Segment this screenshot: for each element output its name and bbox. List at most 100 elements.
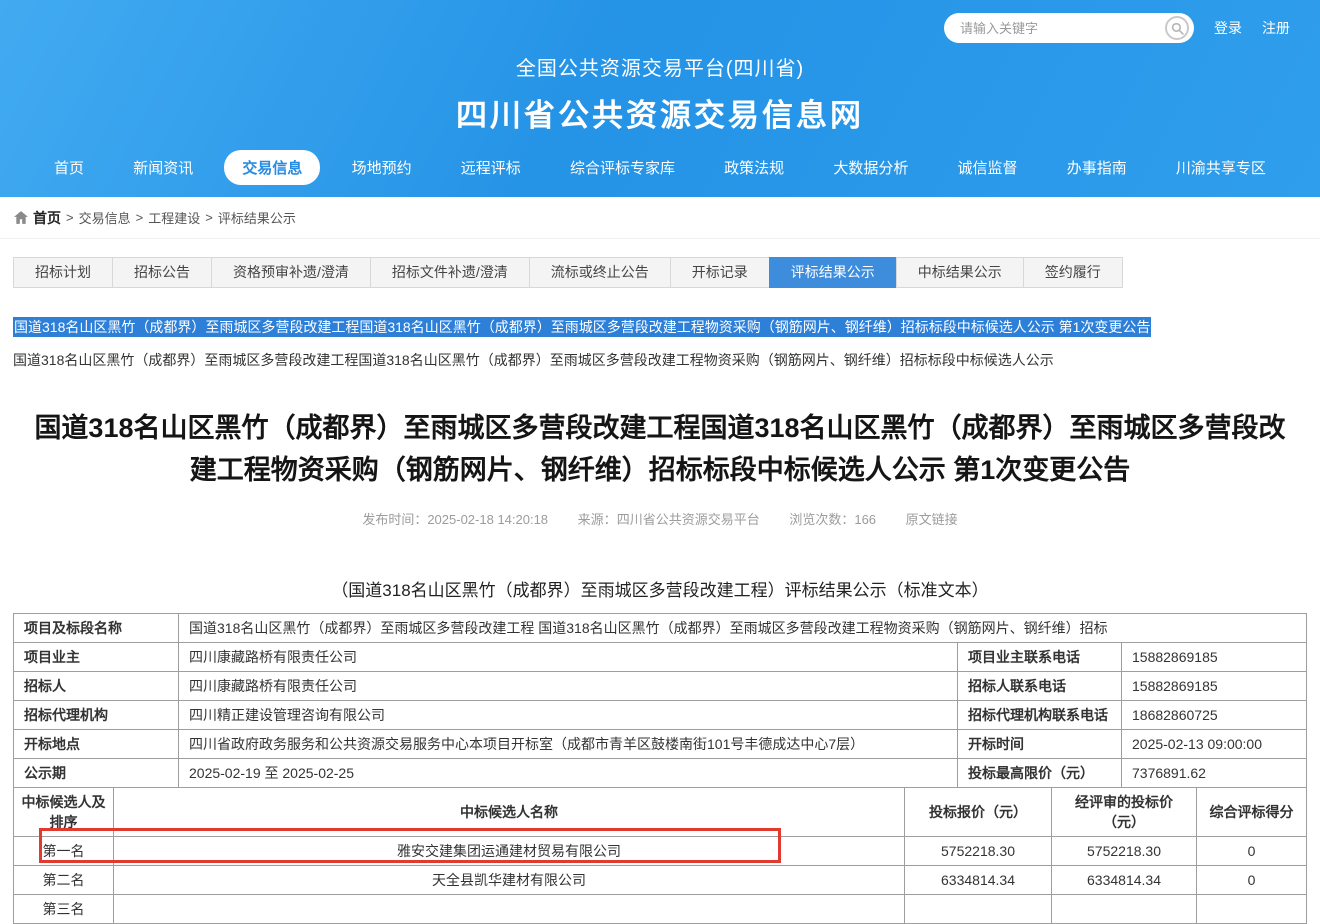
tab-bidding-plan[interactable]: 招标计划 — [13, 257, 113, 288]
info-label: 投标最高限价（元） — [958, 758, 1122, 787]
header-top-row: 登录 注册 — [0, 10, 1320, 44]
nav-item-home[interactable]: 首页 — [36, 150, 102, 185]
info-value: 四川省政府政务服务和公共资源交易服务中心本项目开标室（成都市青羊区鼓楼南街101… — [179, 729, 958, 758]
info-label: 招标人 — [14, 671, 179, 700]
candidates-header-row: 中标候选人及排序 中标候选人名称 投标报价（元） 经评审的投标价（元） 综合评标… — [14, 787, 1307, 836]
main-content: 国道318名山区黑竹（成都界）至雨城区多营段改建工程国道318名山区黑竹（成都界… — [0, 316, 1320, 924]
candidate-rank: 第二名 — [14, 865, 114, 894]
column-header-name: 中标候选人名称 — [114, 787, 905, 836]
login-link[interactable]: 登录 — [1214, 18, 1242, 38]
publish-time: 发布时间：2025-02-18 14:20:18 — [362, 512, 548, 527]
announcement-link-selected[interactable]: 国道318名山区黑竹（成都界）至雨城区多营段改建工程国道318名山区黑竹（成都界… — [13, 317, 1151, 337]
info-value: 18682860725 — [1122, 700, 1307, 729]
candidates-table: 中标候选人及排序 中标候选人名称 投标报价（元） 经评审的投标价（元） 综合评标… — [13, 787, 1307, 924]
candidate-name: 雅安交建集团运通建材贸易有限公司 — [114, 836, 905, 865]
search-input[interactable] — [958, 20, 1165, 37]
announcement-link[interactable]: 国道318名山区黑竹（成都界）至雨城区多营段改建工程国道318名山区黑竹（成都界… — [13, 350, 1307, 370]
tab-doc-addendum[interactable]: 招标文件补遗/澄清 — [370, 257, 530, 288]
info-label: 开标地点 — [14, 729, 179, 758]
nav-item-policy[interactable]: 政策法规 — [706, 150, 802, 185]
table-row: 开标地点 四川省政府政务服务和公共资源交易服务中心本项目开标室（成都市青羊区鼓楼… — [14, 729, 1307, 758]
home-icon — [14, 211, 28, 224]
info-value: 15882869185 — [1122, 642, 1307, 671]
platform-subtitle: 全国公共资源交易平台(四川省) — [0, 52, 1320, 81]
tab-evaluation-result[interactable]: 评标结果公示 — [769, 257, 897, 288]
nav-item-big-data[interactable]: 大数据分析 — [815, 150, 926, 185]
info-label: 项目业主联系电话 — [958, 642, 1122, 671]
breadcrumb-separator: > — [136, 210, 144, 225]
nav-item-expert-pool[interactable]: 综合评标专家库 — [552, 150, 693, 185]
nav-item-guide[interactable]: 办事指南 — [1049, 150, 1145, 185]
breadcrumb: 首页 > 交易信息 > 工程建设 > 评标结果公示 — [0, 197, 1320, 239]
register-link[interactable]: 注册 — [1262, 18, 1290, 38]
tab-bidding-announcement[interactable]: 招标公告 — [112, 257, 212, 288]
original-link[interactable]: 原文链接 — [906, 512, 958, 527]
info-value: 2025-02-13 09:00:00 — [1122, 729, 1307, 758]
table-row: 招标代理机构 四川精正建设管理咨询有限公司 招标代理机构联系电话 1868286… — [14, 700, 1307, 729]
main-nav: 首页 新闻资讯 交易信息 场地预约 远程评标 综合评标专家库 政策法规 大数据分… — [0, 135, 1320, 197]
nav-item-chuanyu-zone[interactable]: 川渝共享专区 — [1158, 150, 1284, 185]
page-title: 国道318名山区黑竹（成都界）至雨城区多营段改建工程国道318名山区黑竹（成都界… — [21, 408, 1299, 492]
table-row: 招标人 四川康藏路桥有限责任公司 招标人联系电话 15882869185 — [14, 671, 1307, 700]
nav-item-news[interactable]: 新闻资讯 — [115, 150, 211, 185]
column-header-bid-price: 投标报价（元） — [905, 787, 1052, 836]
site-header: 登录 注册 全国公共资源交易平台(四川省) 四川省公共资源交易信息网 首页 新闻… — [0, 0, 1320, 197]
header-titles: 全国公共资源交易平台(四川省) 四川省公共资源交易信息网 — [0, 52, 1320, 135]
breadcrumb-separator: > — [205, 210, 213, 225]
search-box — [944, 13, 1194, 43]
info-label: 招标人联系电话 — [958, 671, 1122, 700]
info-label: 招标代理机构 — [14, 700, 179, 729]
breadcrumb-evaluation-result[interactable]: 评标结果公示 — [218, 208, 296, 227]
info-label: 项目业主 — [14, 642, 179, 671]
breadcrumb-home[interactable]: 首页 — [33, 208, 61, 228]
candidate-row-2: 第二名 天全县凯华建材有限公司 6334814.34 6334814.34 0 — [14, 865, 1307, 894]
source: 来源：四川省公共资源交易平台 — [578, 512, 760, 527]
candidate-name: 天全县凯华建材有限公司 — [114, 865, 905, 894]
info-value: 四川康藏路桥有限责任公司 — [179, 671, 958, 700]
nav-item-trade-info[interactable]: 交易信息 — [224, 150, 320, 185]
info-value: 2025-02-19 至 2025-02-25 — [179, 758, 958, 787]
view-count-label: 浏览次数： — [789, 512, 854, 527]
nav-item-remote-evaluation[interactable]: 远程评标 — [443, 150, 539, 185]
search-icon — [1171, 22, 1184, 35]
source-label: 来源： — [578, 512, 617, 527]
info-value: 四川精正建设管理咨询有限公司 — [179, 700, 958, 729]
candidates-section: 中标候选人及排序 中标候选人名称 投标报价（元） 经评审的投标价（元） 综合评标… — [13, 787, 1307, 924]
announcement-list: 国道318名山区黑竹（成都界）至雨城区多营段改建工程国道318名山区黑竹（成都界… — [13, 316, 1307, 339]
column-header-reviewed-price: 经评审的投标价（元） — [1052, 787, 1197, 836]
breadcrumb-trade-info[interactable]: 交易信息 — [79, 208, 131, 227]
tab-bid-opening-record[interactable]: 开标记录 — [670, 257, 770, 288]
nav-item-venue-booking[interactable]: 场地预约 — [334, 150, 430, 185]
breadcrumb-separator: > — [66, 210, 74, 225]
candidate-reviewed-price: 5752218.30 — [1052, 836, 1197, 865]
publish-time-value: 2025-02-18 14:20:18 — [427, 512, 548, 527]
table-row: 项目及标段名称 国道318名山区黑竹（成都界）至雨城区多营段改建工程 国道318… — [14, 613, 1307, 642]
tab-award-result[interactable]: 中标结果公示 — [896, 257, 1024, 288]
tab-termination-notice[interactable]: 流标或终止公告 — [529, 257, 671, 288]
info-value: 15882869185 — [1122, 671, 1307, 700]
tab-contract-performance[interactable]: 签约履行 — [1023, 257, 1123, 288]
candidate-reviewed-price: 6334814.34 — [1052, 865, 1197, 894]
breadcrumb-engineering[interactable]: 工程建设 — [148, 208, 200, 227]
candidate-row-1: 第一名 雅安交建集团运通建材贸易有限公司 5752218.30 5752218.… — [14, 836, 1307, 865]
candidate-bid-price: 6334814.34 — [905, 865, 1052, 894]
search-button[interactable] — [1165, 16, 1189, 40]
tab-prequal-addendum[interactable]: 资格预审补遗/澄清 — [211, 257, 371, 288]
publish-time-label: 发布时间： — [362, 512, 427, 527]
view-count: 浏览次数：166 — [789, 512, 876, 527]
source-value: 四川省公共资源交易平台 — [617, 512, 760, 527]
nav-item-integrity[interactable]: 诚信监督 — [940, 150, 1036, 185]
column-header-rank: 中标候选人及排序 — [14, 787, 114, 836]
table-row: 公示期 2025-02-19 至 2025-02-25 投标最高限价（元） 73… — [14, 758, 1307, 787]
table-caption: （国道318名山区黑竹（成都界）至雨城区多营段改建工程）评标结果公示（标准文本） — [13, 576, 1307, 601]
candidate-score: 0 — [1197, 865, 1307, 894]
candidate-bid-price: 5752218.30 — [905, 836, 1052, 865]
info-label: 招标代理机构联系电话 — [958, 700, 1122, 729]
view-count-value: 166 — [854, 512, 876, 527]
info-value: 7376891.62 — [1122, 758, 1307, 787]
info-label: 项目及标段名称 — [14, 613, 179, 642]
candidate-rank: 第一名 — [14, 836, 114, 865]
info-value: 国道318名山区黑竹（成都界）至雨城区多营段改建工程 国道318名山区黑竹（成都… — [179, 613, 1307, 642]
column-header-score: 综合评标得分 — [1197, 787, 1307, 836]
article-meta: 发布时间：2025-02-18 14:20:18 来源：四川省公共资源交易平台 … — [13, 509, 1307, 528]
